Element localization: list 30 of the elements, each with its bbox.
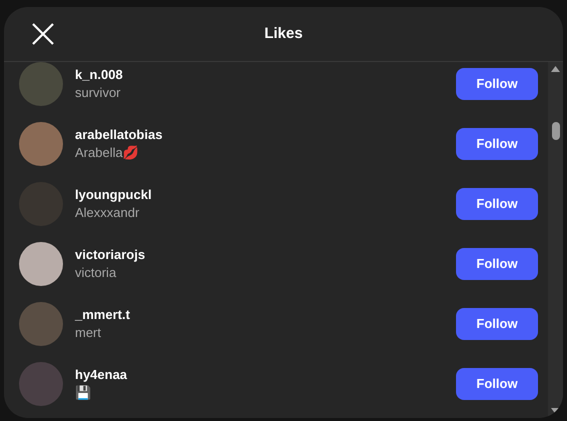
username[interactable]: hy4enaa (75, 366, 456, 384)
avatar-placeholder (19, 362, 63, 406)
scrollbar-thumb[interactable] (552, 122, 560, 140)
username[interactable]: k_n.008 (75, 66, 456, 84)
avatar-placeholder (19, 302, 63, 346)
follow-button[interactable]: Follow (456, 68, 538, 100)
display-name: victoria (75, 264, 118, 282)
dialog-title: Likes (264, 24, 303, 44)
username[interactable]: victoriarojs (75, 246, 456, 264)
follow-button[interactable]: Follow (456, 308, 538, 340)
username[interactable]: arabellatobias (75, 126, 456, 144)
scroll-up-icon[interactable] (551, 66, 560, 72)
follow-button[interactable]: Follow (456, 368, 538, 400)
display-name: mert (75, 324, 102, 342)
display-name: survivor (75, 84, 122, 102)
close-icon (31, 22, 55, 46)
follow-button[interactable]: Follow (456, 128, 538, 160)
display-name: 💾 (75, 384, 92, 402)
avatar-placeholder (19, 242, 63, 286)
follow-button[interactable]: Follow (456, 188, 538, 220)
scrollbar[interactable] (548, 62, 563, 418)
scroll-down-icon[interactable] (551, 408, 560, 414)
display-name: Alexxxandr (75, 204, 140, 222)
avatar-placeholder (19, 62, 63, 106)
follow-button[interactable]: Follow (456, 248, 538, 280)
avatar-placeholder (19, 122, 63, 166)
display-name: Arabella💋 (75, 144, 140, 162)
close-button[interactable] (30, 21, 56, 47)
username[interactable]: lyoungpuckl (75, 186, 456, 204)
username[interactable]: _mmert.t (75, 306, 456, 324)
